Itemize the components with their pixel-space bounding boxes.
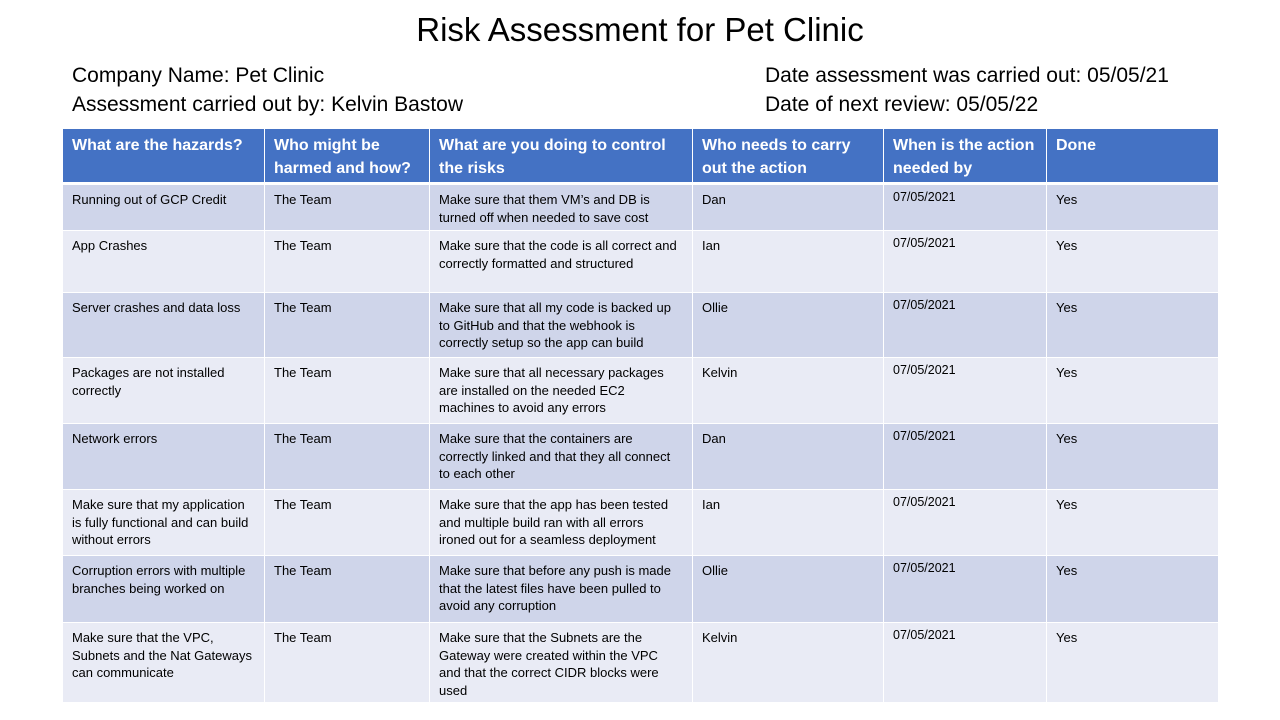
table-row: Corruption errors with multiple branches…	[62, 555, 1219, 623]
page-title: Risk Assessment for Pet Clinic	[416, 11, 864, 48]
date-carried-out: Date assessment was carried out: 05/05/2…	[765, 64, 1169, 87]
cell-control: Make sure that the app has been tested a…	[429, 489, 693, 556]
cell-due-date: 07/05/2021	[883, 292, 1047, 358]
cell-who-harmed: The Team	[264, 230, 430, 293]
cell-action-owner: Kelvin	[692, 357, 884, 424]
cell-who-harmed: The Team	[264, 357, 430, 424]
cell-due-date: 07/05/2021	[883, 555, 1047, 623]
cell-who-harmed: The Team	[264, 183, 430, 231]
cell-done: Yes	[1046, 423, 1219, 490]
cell-due-date: 07/05/2021	[883, 622, 1047, 703]
cell-control: Make sure that them VM’s and DB is turne…	[429, 183, 693, 231]
cell-action-owner: Kelvin	[692, 622, 884, 703]
cell-hazard: Running out of GCP Credit	[62, 183, 265, 231]
cell-control: Make sure that the code is all correct a…	[429, 230, 693, 293]
cell-due-date: 07/05/2021	[883, 489, 1047, 556]
cell-who-harmed: The Team	[264, 622, 430, 703]
table-header-row: What are the hazards? Who might be harme…	[62, 129, 1219, 185]
date-next-review: Date of next review: 05/05/22	[765, 93, 1039, 116]
cell-done: Yes	[1046, 292, 1219, 358]
cell-hazard: Network errors	[62, 423, 265, 490]
header-done: Done	[1046, 129, 1219, 185]
table-row: Make sure that my application is fully f…	[62, 489, 1219, 556]
table-row: Running out of GCP Credit The Team Make …	[62, 183, 1219, 231]
cell-done: Yes	[1046, 555, 1219, 623]
header-controls: What are you doing to control the risks	[429, 129, 693, 185]
cell-action-owner: Ian	[692, 489, 884, 556]
cell-control: Make sure that before any push is made t…	[429, 555, 693, 623]
assessment-info-left: Company Name: Pet Clinic Assessment carr…	[72, 61, 463, 119]
table-row: Server crashes and data loss The Team Ma…	[62, 292, 1219, 358]
cell-action-owner: Ian	[692, 230, 884, 293]
cell-due-date: 07/05/2021	[883, 357, 1047, 424]
cell-done: Yes	[1046, 357, 1219, 424]
table-header: What are the hazards? Who might be harme…	[62, 129, 1219, 185]
assessment-info-right: Date assessment was carried out: 05/05/2…	[765, 61, 1169, 119]
cell-done: Yes	[1046, 183, 1219, 231]
cell-hazard: Packages are not installed correctly	[62, 357, 265, 424]
risk-table: What are the hazards? Who might be harme…	[62, 129, 1219, 703]
cell-action-owner: Ollie	[692, 555, 884, 623]
cell-hazard: Make sure that my application is fully f…	[62, 489, 265, 556]
header-action-owner: Who needs to carry out the action	[692, 129, 884, 185]
cell-who-harmed: The Team	[264, 555, 430, 623]
table-row: App Crashes The Team Make sure that the …	[62, 230, 1219, 293]
cell-control: Make sure that the Subnets are the Gatew…	[429, 622, 693, 703]
header-hazards: What are the hazards?	[62, 129, 265, 185]
table-body: Running out of GCP Credit The Team Make …	[62, 183, 1219, 703]
cell-done: Yes	[1046, 489, 1219, 556]
cell-due-date: 07/05/2021	[883, 183, 1047, 231]
cell-due-date: 07/05/2021	[883, 230, 1047, 293]
cell-action-owner: Ollie	[692, 292, 884, 358]
header-due-date: When is the action needed by	[883, 129, 1047, 185]
cell-hazard: Server crashes and data loss	[62, 292, 265, 358]
cell-hazard: App Crashes	[62, 230, 265, 293]
cell-who-harmed: The Team	[264, 292, 430, 358]
cell-who-harmed: The Team	[264, 423, 430, 490]
assessor-name: Assessment carried out by: Kelvin Bastow	[72, 93, 464, 116]
table-row: Make sure that the VPC, Subnets and the …	[62, 622, 1219, 703]
cell-done: Yes	[1046, 230, 1219, 293]
cell-control: Make sure that all my code is backed up …	[429, 292, 693, 358]
cell-hazard: Corruption errors with multiple branches…	[62, 555, 265, 623]
company-name: Company Name: Pet Clinic	[72, 64, 325, 87]
cell-hazard: Make sure that the VPC, Subnets and the …	[62, 622, 265, 703]
cell-control: Make sure that the containers are correc…	[429, 423, 693, 490]
cell-control: Make sure that all necessary packages ar…	[429, 357, 693, 424]
table-row: Network errors The Team Make sure that t…	[62, 423, 1219, 490]
header-who-harmed: Who might be harmed and how?	[264, 129, 430, 185]
cell-action-owner: Dan	[692, 423, 884, 490]
table-row: Packages are not installed correctly The…	[62, 357, 1219, 424]
cell-done: Yes	[1046, 622, 1219, 703]
cell-action-owner: Dan	[692, 183, 884, 231]
cell-due-date: 07/05/2021	[883, 423, 1047, 490]
cell-who-harmed: The Team	[264, 489, 430, 556]
